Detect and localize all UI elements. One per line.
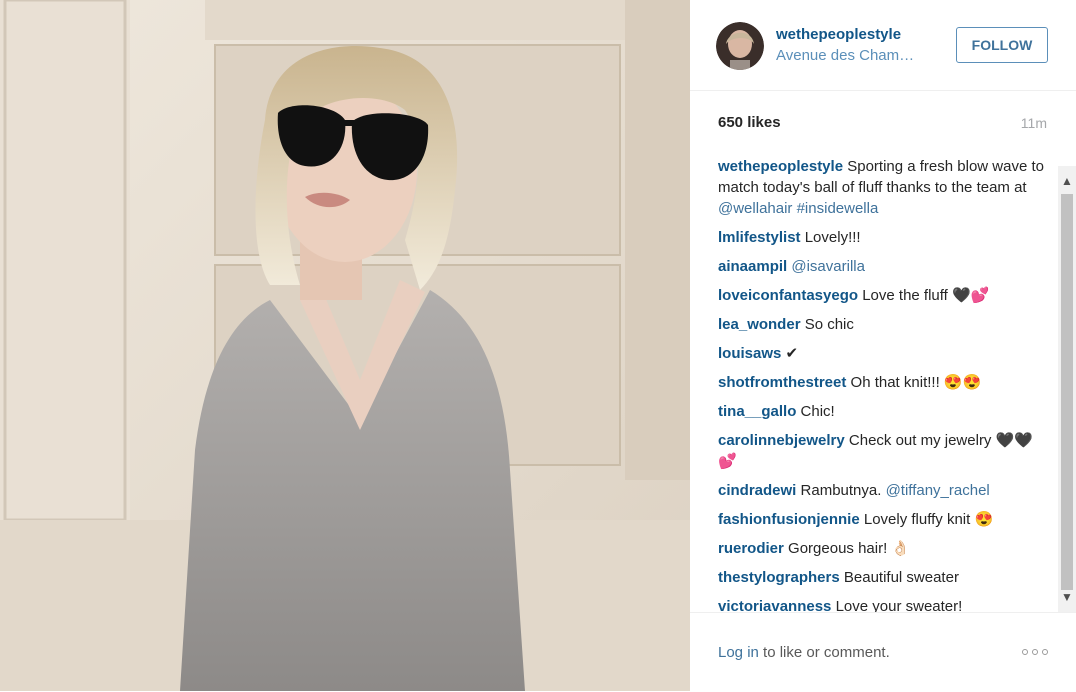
post-detail-panel: wethepeoplestyle Avenue des Cham… FOLLOW…: [690, 0, 1076, 691]
post-age[interactable]: 11m: [1021, 115, 1047, 131]
list-item: lmlifestylist Lovely!!!: [718, 227, 1050, 248]
list-item: loveiconfantasyego Love the fluff 🖤💕: [718, 285, 1050, 306]
list-item: fashionfusionjennie Lovely fluffy knit 😍: [718, 509, 1050, 530]
hashtag-link[interactable]: #insidewella: [797, 200, 879, 217]
comment-user[interactable]: lmlifestylist: [718, 229, 801, 246]
list-item: carolinnebjewelry Check out my jewelry 🖤…: [718, 430, 1050, 472]
comment-text: So chic: [804, 316, 854, 333]
scrollbar-thumb[interactable]: [1061, 194, 1073, 590]
comment-text: Oh that knit!!! 😍😍: [850, 374, 982, 391]
login-prompt-text: to like or comment.: [758, 644, 890, 661]
follow-button[interactable]: FOLLOW: [956, 27, 1048, 63]
comment-user[interactable]: lea_wonder: [718, 316, 801, 333]
comments-list: wethepeoplestyle Sporting a fresh blow w…: [718, 156, 1050, 612]
comment-user[interactable]: victoriavanness: [718, 598, 831, 612]
mention-link[interactable]: @isavarilla: [791, 258, 865, 275]
avatar-image: [716, 22, 764, 70]
mention-link[interactable]: @tiffany_rachel: [886, 482, 990, 499]
list-item: thestylographers Beautiful sweater: [718, 567, 1050, 588]
post-footer: Log in to like or comment.: [690, 612, 1076, 692]
scroll-down-arrow-icon[interactable]: ▼: [1058, 582, 1076, 612]
dot-icon: [1032, 649, 1038, 655]
comment-user[interactable]: tina__gallo: [718, 403, 796, 420]
post-header: wethepeoplestyle Avenue des Cham… FOLLOW: [690, 0, 1076, 91]
comment-text: Love the fluff 🖤💕: [862, 287, 990, 304]
list-item: lea_wonder So chic: [718, 314, 1050, 335]
list-item: ruerodier Gorgeous hair! 👌🏻: [718, 538, 1050, 559]
location-link[interactable]: Avenue des Cham…: [776, 47, 936, 64]
comment-text: Gorgeous hair! 👌🏻: [788, 540, 911, 557]
comment-user[interactable]: ainaampil: [718, 258, 787, 275]
photo-illustration: [0, 0, 690, 691]
list-item: louisaws ✔: [718, 343, 1050, 364]
comment-user[interactable]: loveiconfantasyego: [718, 287, 858, 304]
dot-icon: [1042, 649, 1048, 655]
more-options-icon[interactable]: [1022, 649, 1048, 657]
comment-text: Lovely fluffy knit 😍: [863, 511, 994, 528]
comment-text: Chic!: [800, 403, 835, 420]
list-item: ainaampil @isavarilla: [718, 256, 1050, 277]
list-item: tina__gallo Chic!: [718, 401, 1050, 422]
comment-user[interactable]: thestylographers: [718, 569, 840, 586]
comment-text: Lovely!!!: [804, 229, 861, 246]
comment-text: Rambutnya.: [800, 482, 882, 499]
caption: wethepeoplestyle Sporting a fresh blow w…: [718, 156, 1050, 219]
comment-user[interactable]: shotfromthestreet: [718, 374, 846, 391]
username-link[interactable]: wethepeoplestyle: [776, 26, 901, 43]
comment-user[interactable]: fashionfusionjennie: [718, 511, 860, 528]
login-prompt: Log in to like or comment.: [718, 644, 890, 661]
comments-scrollbar[interactable]: ▲ ▼: [1058, 166, 1076, 612]
likes-count[interactable]: 650 likes: [718, 114, 781, 131]
comment-user[interactable]: wethepeoplestyle: [718, 158, 843, 175]
comment-text: Beautiful sweater: [843, 569, 959, 586]
comment-user[interactable]: cindradewi: [718, 482, 796, 499]
comment-user[interactable]: ruerodier: [718, 540, 784, 557]
list-item: shotfromthestreet Oh that knit!!! 😍😍: [718, 372, 1050, 393]
comment-user[interactable]: louisaws: [718, 345, 781, 362]
comment-user[interactable]: carolinnebjewelry: [718, 432, 845, 449]
scroll-up-arrow-icon[interactable]: ▲: [1058, 166, 1076, 196]
list-item: cindradewi Rambutnya. @tiffany_rachel: [718, 480, 1050, 501]
dot-icon: [1022, 649, 1028, 655]
login-link[interactable]: Log in: [718, 644, 759, 661]
post-photo[interactable]: [0, 0, 690, 691]
avatar[interactable]: [716, 22, 764, 70]
list-item: victoriavanness Love your sweater!: [718, 596, 1050, 612]
comment-text: Love your sweater!: [835, 598, 963, 612]
mention-link[interactable]: @wellahair: [718, 200, 792, 217]
comment-text: ✔: [785, 345, 799, 362]
